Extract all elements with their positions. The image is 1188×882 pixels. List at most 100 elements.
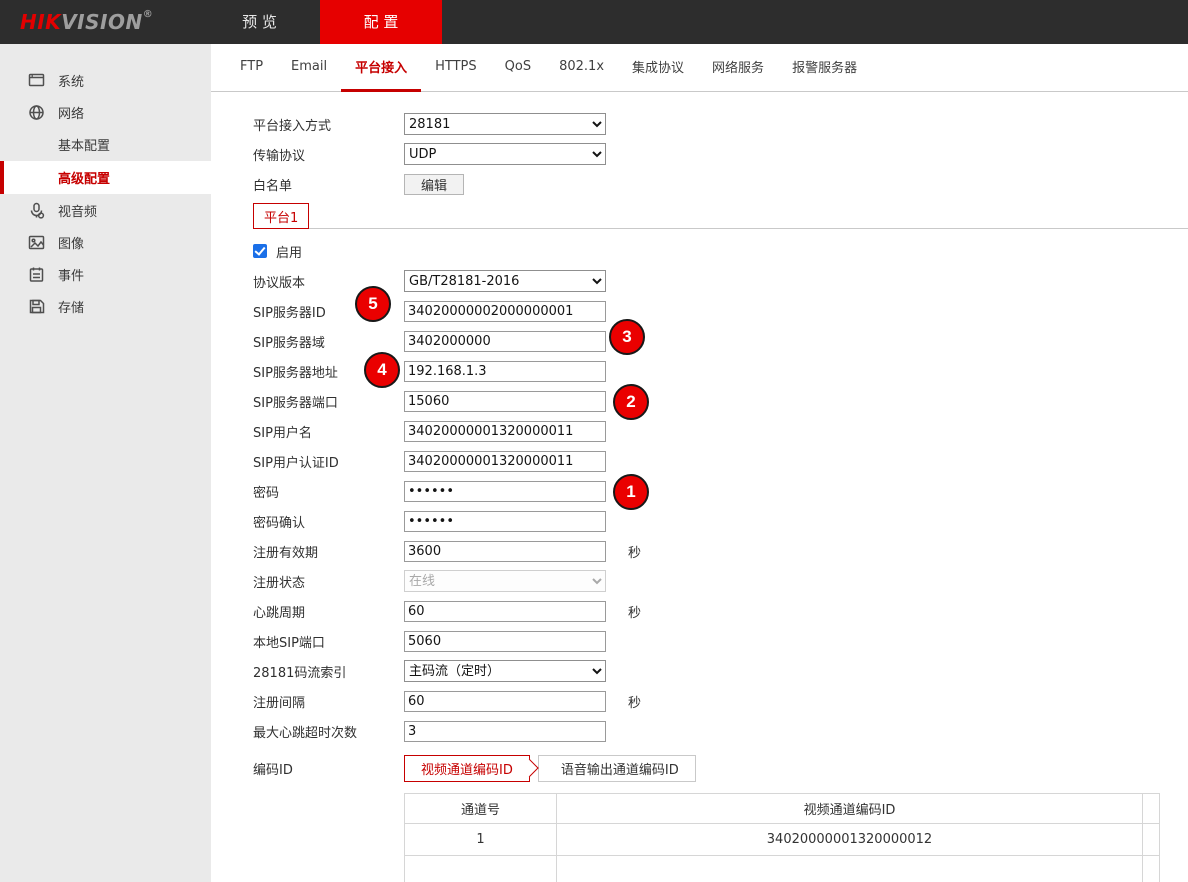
tab-ftp[interactable]: FTP <box>226 44 277 92</box>
table-row[interactable] <box>405 856 1160 882</box>
sidebar-item-event[interactable]: 事件 <box>0 258 211 290</box>
transport-protocol-select[interactable]: UDP <box>404 143 606 165</box>
logo-vision: VISION <box>61 10 143 34</box>
sidebar-item-storage[interactable]: 存储 <box>0 290 211 322</box>
top-navigation: 预 览 配 置 <box>199 0 442 44</box>
sidebar-item-audio-video[interactable]: 视音频 <box>0 194 211 226</box>
form-row: 白名单 编辑 <box>253 169 1188 199</box>
encode-id-table: 通道号 视频通道编码ID 1 34020000001320000012 <box>404 793 1160 882</box>
sip-auth-id-input[interactable] <box>404 451 606 472</box>
logo-registered-mark: ® <box>143 9 154 20</box>
sidebar-item-label: 网络 <box>58 103 84 122</box>
sip-user-input[interactable] <box>404 421 606 442</box>
tab-qos[interactable]: QoS <box>491 44 545 92</box>
whitelist-label: 白名单 <box>253 175 404 194</box>
annotation-badge-2: 2 <box>613 384 649 420</box>
password-confirm-input[interactable] <box>404 511 606 532</box>
form-row: 注册间隔 秒 <box>253 686 1188 716</box>
heartbeat-interval-input[interactable] <box>404 601 606 622</box>
max-heartbeat-timeout-input[interactable] <box>404 721 606 742</box>
whitelist-edit-button[interactable]: 编辑 <box>404 174 464 195</box>
sidebar-item-basic-config[interactable]: 基本配置 <box>0 128 211 161</box>
form-row: SIP用户名 <box>253 416 1188 446</box>
form-row: 注册状态 在线 <box>253 566 1188 596</box>
microphone-icon <box>28 202 45 219</box>
tab-8021x[interactable]: 802.1x <box>545 44 618 92</box>
form-row: 28181码流索引 主码流（定时） <box>253 656 1188 686</box>
sidebar-item-system[interactable]: 系统 <box>0 64 211 96</box>
form-row: 传输协议 UDP <box>253 139 1188 169</box>
table-header-row: 通道号 视频通道编码ID <box>405 794 1160 824</box>
password-input[interactable] <box>404 481 606 502</box>
video-channel-encode-tab[interactable]: 视频通道编码ID <box>404 755 530 782</box>
sidebar-item-label: 事件 <box>58 265 84 284</box>
access-mode-select[interactable]: 28181 <box>404 113 606 135</box>
seconds-unit: 秒 <box>628 692 641 711</box>
encode-id-label: 编码ID <box>253 759 404 778</box>
form-row: 协议版本 GB/T28181-2016 <box>253 266 1188 296</box>
tab-alarm-server[interactable]: 报警服务器 <box>778 44 871 92</box>
seconds-unit: 秒 <box>628 542 641 561</box>
sip-server-id-input[interactable] <box>404 301 606 322</box>
sidebar: 系统 网络 基本配置 高级配置 视音频 图像 事件 存储 <box>0 44 211 882</box>
form-row: 密码确认 <box>253 506 1188 536</box>
form-row: 密码 <box>253 476 1188 506</box>
video-channel-encode-id-header: 视频通道编码ID <box>557 794 1143 824</box>
sidebar-item-label: 视音频 <box>58 201 97 220</box>
form-row: SIP服务器域 <box>253 326 1188 356</box>
seconds-unit: 秒 <box>628 602 641 621</box>
sidebar-item-advanced-config[interactable]: 高级配置 <box>0 161 211 194</box>
tab-https[interactable]: HTTPS <box>421 44 491 92</box>
enable-checkbox[interactable] <box>253 244 267 258</box>
form-row: SIP用户认证ID <box>253 446 1188 476</box>
main-content: FTP Email 平台接入 HTTPS QoS 802.1x 集成协议 网络服… <box>211 44 1188 882</box>
sidebar-item-label: 系统 <box>58 71 84 90</box>
form-row: 本地SIP端口 <box>253 626 1188 656</box>
sidebar-item-network[interactable]: 网络 <box>0 96 211 128</box>
annotation-badge-1: 1 <box>613 474 649 510</box>
stream-index-select[interactable]: 主码流（定时） <box>404 660 606 682</box>
form-row: 注册有效期 秒 <box>253 536 1188 566</box>
registration-interval-input[interactable] <box>404 691 606 712</box>
transport-protocol-label: 传输协议 <box>253 145 404 164</box>
stream-index-label: 28181码流索引 <box>253 662 404 681</box>
sip-domain-input[interactable] <box>404 331 606 352</box>
tab-platform-access[interactable]: 平台接入 <box>341 44 421 92</box>
settings-tab-bar: FTP Email 平台接入 HTTPS QoS 802.1x 集成协议 网络服… <box>211 44 1188 92</box>
tab-email[interactable]: Email <box>277 44 341 92</box>
local-sip-port-label: 本地SIP端口 <box>253 632 404 651</box>
annotation-badge-4: 4 <box>364 352 400 388</box>
password-confirm-label: 密码确认 <box>253 512 404 531</box>
video-channel-encode-id-cell <box>557 856 1143 882</box>
protocol-version-select[interactable]: GB/T28181-2016 <box>404 270 606 292</box>
sip-user-label: SIP用户名 <box>253 422 404 441</box>
hikvision-logo: HIKVISION® <box>20 0 153 44</box>
event-calendar-icon <box>28 266 45 283</box>
sip-auth-id-label: SIP用户认证ID <box>253 452 404 471</box>
platform-access-form: 平台接入方式 28181 传输协议 UDP 白名单 编辑 平台1 启用 协议版本… <box>211 92 1188 882</box>
platform-1-tab[interactable]: 平台1 <box>253 203 309 229</box>
registration-interval-label: 注册间隔 <box>253 692 404 711</box>
enable-row: 启用 <box>253 236 1188 266</box>
empty-cell <box>1143 824 1160 856</box>
table-row[interactable]: 1 34020000001320000012 <box>405 824 1160 856</box>
registration-validity-input[interactable] <box>404 541 606 562</box>
sip-address-input[interactable] <box>404 361 606 382</box>
form-row: 最大心跳超时次数 <box>253 716 1188 746</box>
empty-header-cell <box>1143 794 1160 824</box>
sidebar-item-image[interactable]: 图像 <box>0 226 211 258</box>
audio-output-encode-tab[interactable]: 语音输出通道编码ID <box>538 755 696 782</box>
sip-port-input[interactable] <box>404 391 606 412</box>
form-row: SIP服务器ID <box>253 296 1188 326</box>
network-globe-icon <box>28 104 45 121</box>
top-tab-preview[interactable]: 预 览 <box>199 0 320 44</box>
storage-save-icon <box>28 298 45 315</box>
tab-network-service[interactable]: 网络服务 <box>698 44 778 92</box>
tab-integration-protocol[interactable]: 集成协议 <box>618 44 698 92</box>
top-tab-config[interactable]: 配 置 <box>320 0 442 44</box>
annotation-badge-5: 5 <box>355 286 391 322</box>
local-sip-port-input[interactable] <box>404 631 606 652</box>
topbar: HIKVISION® 预 览 配 置 <box>0 0 1188 44</box>
form-row: 平台接入方式 28181 <box>253 109 1188 139</box>
channel-number-header: 通道号 <box>405 794 557 824</box>
